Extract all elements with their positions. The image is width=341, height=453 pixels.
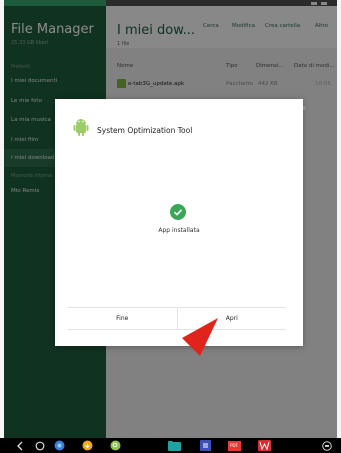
pdf-app-icon[interactable]: PDF xyxy=(226,438,242,453)
browser-icon[interactable] xyxy=(52,438,66,453)
install-dialog: System Optimization Tool App installata … xyxy=(55,99,303,346)
install-status: App installata xyxy=(158,227,200,234)
home-icon[interactable] xyxy=(34,438,46,453)
dialog-app-name: System Optimization Tool xyxy=(97,126,193,135)
pdf-label: PDF xyxy=(227,440,241,451)
keyboard-toggle-icon[interactable] xyxy=(320,438,334,453)
download-app-icon[interactable] xyxy=(80,438,94,453)
android-icon xyxy=(73,119,89,136)
wps-app-icon[interactable] xyxy=(256,438,272,453)
screen: File Manager 25,33 GB liberi Preferiti I… xyxy=(0,0,341,453)
wifi-icon xyxy=(311,1,317,5)
file-manager-icon[interactable] xyxy=(166,438,182,453)
dialog-buttons: Fine Apri xyxy=(68,307,286,330)
navigation-bar: PDF xyxy=(0,438,341,453)
right-bezel xyxy=(337,0,341,453)
done-button[interactable]: Fine xyxy=(68,308,177,329)
check-circle-icon xyxy=(170,204,186,220)
battery-icon xyxy=(321,1,327,5)
search-app-icon[interactable] xyxy=(108,438,122,453)
red-arrow-icon xyxy=(182,318,218,356)
back-icon[interactable] xyxy=(14,438,26,453)
gallery-app-icon[interactable] xyxy=(198,438,212,453)
